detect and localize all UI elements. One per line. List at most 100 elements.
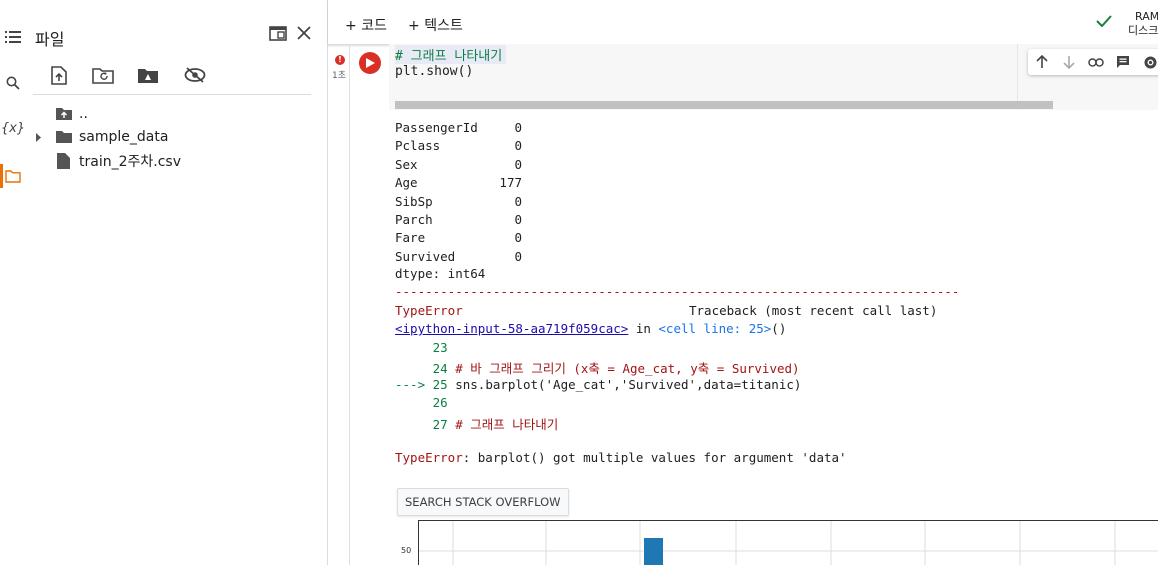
series-value: 0 — [514, 193, 522, 209]
error-message-type: TypeError — [395, 450, 463, 465]
line-number: 25 — [432, 376, 448, 392]
line-number: 26 — [432, 395, 448, 411]
upload-icon[interactable] — [46, 62, 72, 88]
variables-icon[interactable]: {x} — [0, 116, 26, 140]
search-icon[interactable] — [0, 71, 26, 95]
series-name: Survived — [395, 248, 456, 264]
series-value: 0 — [514, 156, 522, 172]
move-down-icon[interactable] — [1060, 53, 1078, 71]
series-value: 0 — [514, 248, 522, 264]
y-tick-label: 50 — [401, 546, 412, 555]
line-prefix — [395, 361, 433, 376]
series-value: 0 — [514, 120, 522, 135]
series-name: Fare — [395, 230, 426, 246]
traceback-line: ---> 25 sns.barplot('Age_cat','Survived'… — [395, 377, 801, 392]
code-cell: ! 1초 # 그래프 나타내기 plt.show() PassengerId 0 P… — [328, 44, 1158, 565]
in-text: in — [628, 321, 659, 336]
tree-item-label: train_2주차.csv — [79, 154, 181, 170]
exec-time: 1초 — [332, 71, 347, 81]
line-prefix — [395, 417, 433, 432]
line-number: 23 — [432, 340, 448, 355]
run-cell-button[interactable] — [359, 52, 381, 74]
settings-icon[interactable] — [1141, 53, 1158, 71]
bar-plot-preview — [418, 520, 1158, 565]
line-prefix: ---> — [395, 376, 433, 392]
folder-icon[interactable] — [0, 164, 26, 188]
line-text: # 그래프 나타내기 — [447, 416, 559, 432]
cell-toolbar — [1028, 49, 1158, 75]
resource-indicator[interactable]: RAM 디스크 — [1128, 10, 1158, 38]
series-name: SibSp — [395, 193, 433, 209]
series-value: 0 — [514, 212, 522, 227]
traceback-line: 23 — [395, 340, 448, 355]
files-panel: 파일 .. sample_data train_2주차.csv — [28, 0, 328, 565]
comment-icon[interactable] — [1114, 53, 1132, 71]
plus-icon: + — [408, 18, 420, 34]
traceback-line: 24 # 바 그래프 그리기 (x축 = Age_cat, y축 = Survi… — [395, 358, 800, 377]
dtype-line: dtype: int64 — [395, 266, 486, 281]
series-name: PassengerId — [395, 120, 478, 135]
link-icon[interactable] — [1087, 53, 1105, 71]
line-text: sns.barplot('Age_cat','Survived',data=ti… — [447, 376, 802, 392]
tree-item-parent[interactable]: .. — [28, 103, 318, 125]
cell-line-ref: <cell line: 25> — [658, 321, 772, 336]
add-code-button[interactable]: + 코드 — [345, 15, 387, 35]
play-icon — [365, 58, 375, 68]
traceback-line: 27 # 그래프 나타내기 — [395, 414, 559, 433]
check-icon — [1096, 15, 1112, 27]
separator-line: ----------------------------------------… — [395, 284, 960, 299]
line-number: 27 — [432, 416, 448, 432]
series-value: 0 — [514, 138, 522, 154]
left-rail: {x} — [0, 0, 28, 565]
file-icon — [57, 153, 70, 169]
error-type: TypeError — [395, 303, 463, 318]
tree-item-sample-data[interactable]: sample_data — [28, 126, 318, 148]
traceback-header: Traceback (most recent call last) — [689, 303, 938, 318]
plus-icon: + — [345, 18, 357, 34]
line-number: 24 — [432, 361, 448, 377]
search-stack-overflow-button[interactable]: SEARCH STACK OVERFLOW — [397, 488, 569, 516]
refresh-folder-icon[interactable] — [90, 62, 116, 88]
list-icon[interactable] — [0, 25, 26, 49]
add-text-label: 텍스트 — [424, 18, 463, 34]
error-message-line: TypeError: barplot() got multiple values… — [395, 450, 847, 465]
hide-icon[interactable] — [182, 62, 208, 88]
close-icon[interactable] — [293, 22, 315, 44]
series-name: Parch — [395, 212, 433, 227]
series-name: Sex — [395, 156, 418, 172]
error-status-icon: ! — [335, 55, 345, 65]
series-value: 177 — [499, 175, 522, 191]
ram-label: RAM — [1135, 10, 1158, 23]
tree-item-label: sample_data — [79, 129, 169, 145]
paren: () — [771, 321, 787, 336]
move-up-icon[interactable] — [1033, 53, 1051, 71]
code-line: # 그래프 나타내기 — [395, 45, 507, 64]
traceback-line: 26 — [395, 395, 448, 410]
line-prefix — [395, 340, 433, 355]
horizontal-scrollbar[interactable] — [395, 101, 1053, 109]
add-text-button[interactable]: + 텍스트 — [408, 15, 463, 35]
series-name: Pclass — [395, 138, 441, 154]
cell-gutter-line — [349, 44, 350, 565]
panel-divider — [33, 94, 311, 95]
notebook-toolbar: + 코드 + 텍스트 RAM 디스크 — [328, 0, 1158, 45]
tree-item-csv[interactable]: train_2주차.csv — [28, 150, 318, 172]
series-name: Age — [395, 175, 418, 191]
tree-item-label: .. — [79, 106, 88, 122]
parent-folder-icon — [56, 108, 72, 120]
folder-icon — [56, 131, 72, 143]
ipython-input-link[interactable]: <ipython-input-58-aa719f059cac> — [395, 321, 628, 336]
line-text: # 바 그래프 그리기 (x축 = Age_cat, y축 = Survived… — [447, 361, 800, 377]
open-in-tab-icon[interactable] — [267, 22, 289, 44]
bar — [644, 538, 663, 565]
chevron-right-icon[interactable] — [35, 133, 42, 142]
panel-title: 파일 — [35, 30, 65, 49]
series-value: 0 — [514, 230, 522, 246]
drive-icon[interactable] — [135, 62, 161, 88]
disk-label: 디스크 — [1128, 24, 1158, 37]
traceback-source: <ipython-input-58-aa719f059cac> in <cell… — [395, 321, 786, 336]
error-message: : barplot() got multiple values for argu… — [462, 450, 847, 465]
code-line: plt.show() — [395, 64, 474, 79]
line-prefix — [395, 395, 433, 410]
add-code-label: 코드 — [361, 18, 387, 34]
